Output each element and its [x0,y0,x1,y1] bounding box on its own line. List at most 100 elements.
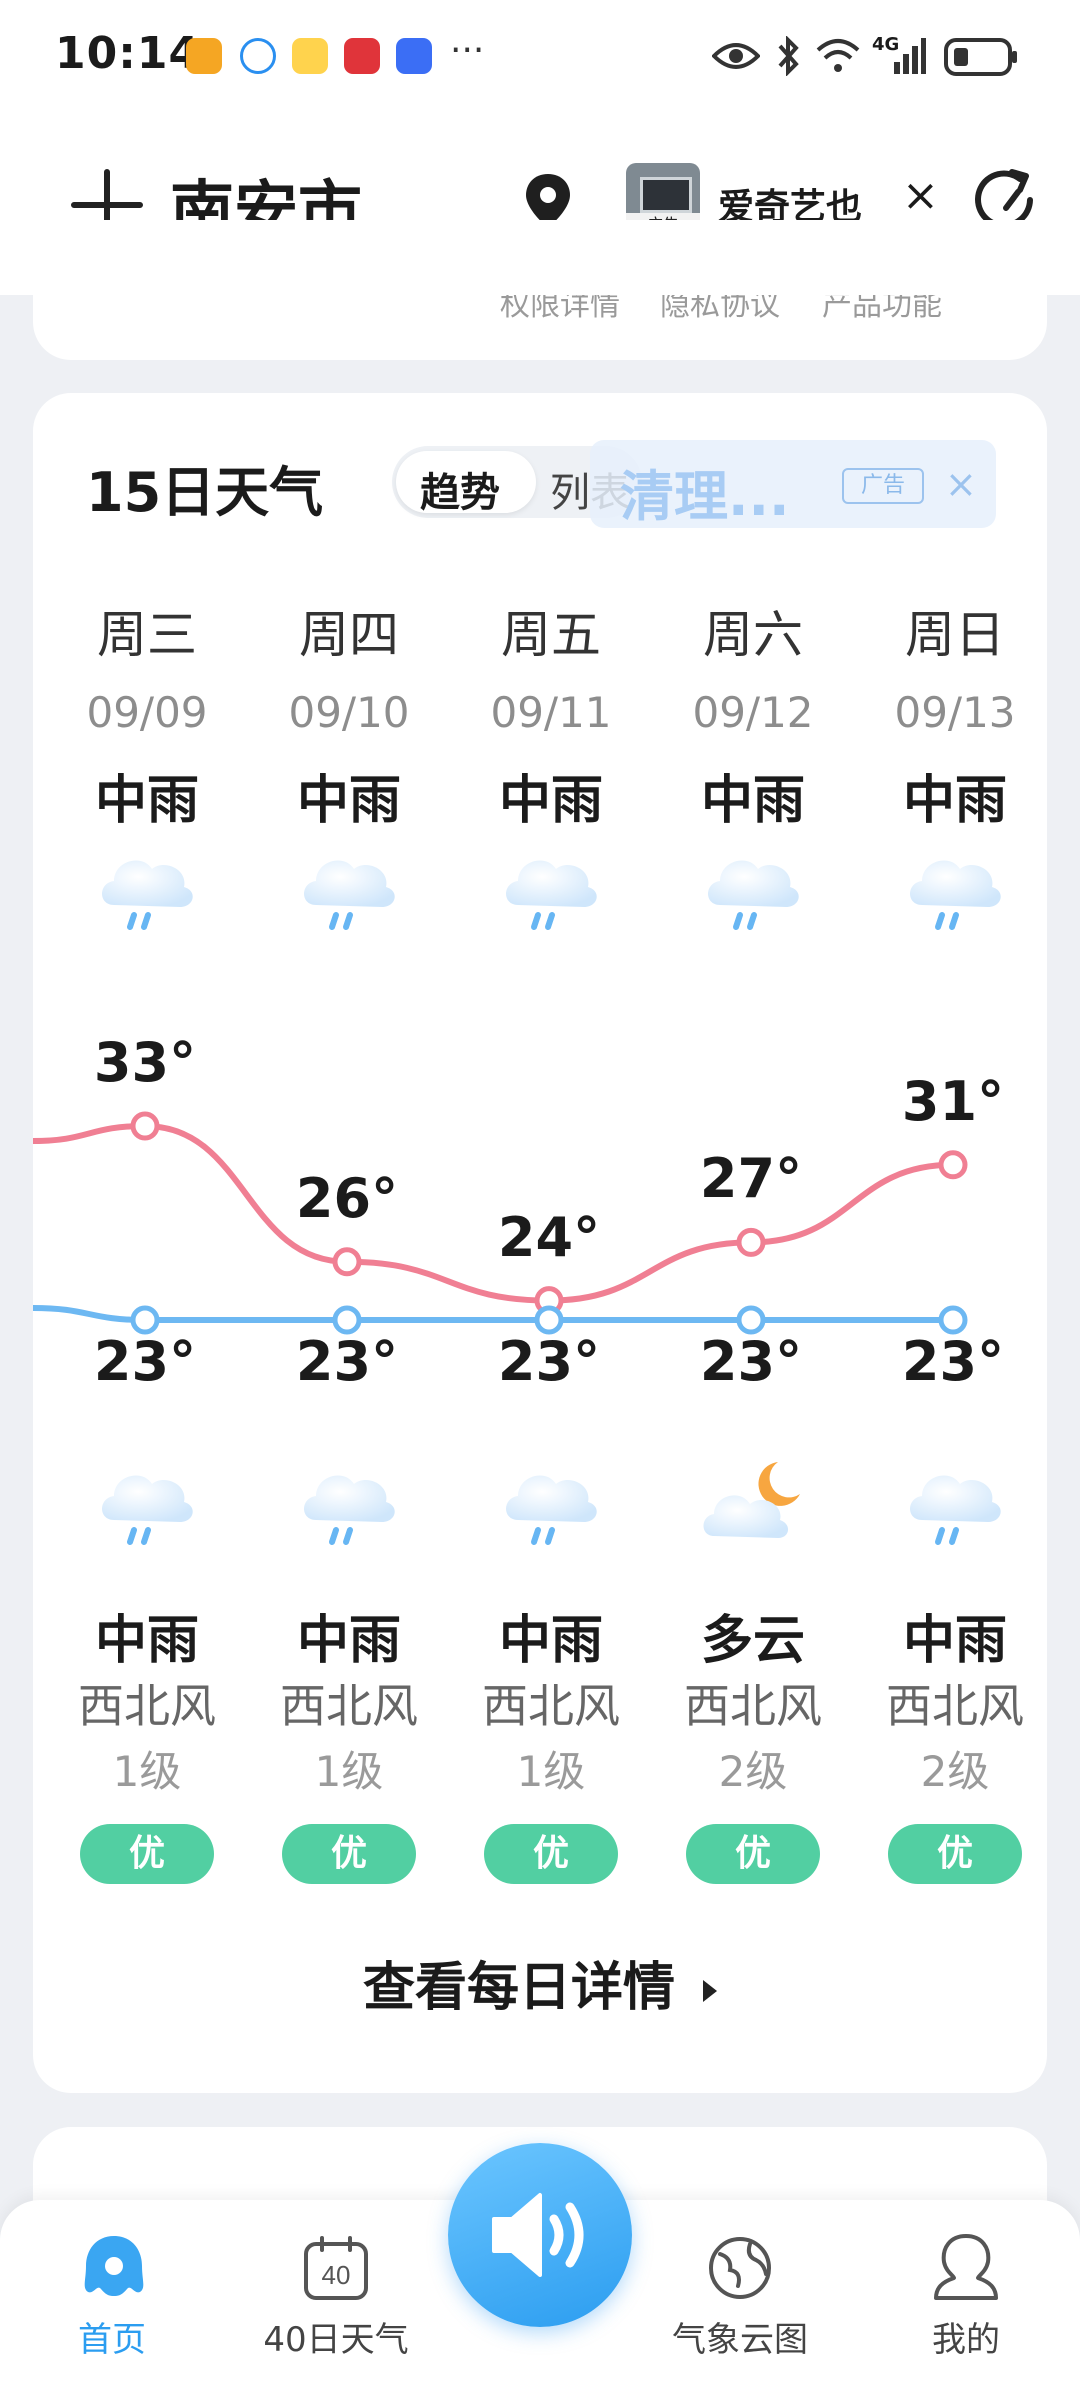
rain-cloud-icon [92,1450,202,1560]
globe-icon[interactable] [706,2234,774,2302]
ad-banner-close-button[interactable]: × [945,462,977,506]
wind-direction: 西北风 [280,1679,418,1733]
rain-cloud-icon [900,835,1010,945]
wifi-icon [816,39,860,72]
rain-cloud-icon [698,835,808,945]
night-condition: 中雨 [94,1611,199,1671]
low-temp-label: 23° [699,1330,803,1393]
high-temp-label: 26° [295,1166,399,1230]
day-name: 周日 [905,606,1005,664]
status-time: 10:14 [55,28,201,79]
battery-icon [944,38,1017,76]
ad-banner-text[interactable]: 清理... [620,452,790,531]
day-date: 09/10 [288,688,410,737]
voice-broadcast-button[interactable] [448,2143,632,2327]
forecast-title: 15日天气 [86,461,324,524]
low-temp-point [332,1305,362,1335]
svg-text:40: 40 [322,2260,351,2290]
day-condition: 中雨 [94,771,199,831]
high-temp-point [736,1227,766,1257]
low-temp-point [130,1305,160,1335]
high-temp-point [938,1150,968,1180]
low-temp-label: 23° [295,1330,399,1393]
bluetooth-icon [778,36,799,76]
eye-icon [712,43,760,69]
day-name: 周四 [299,606,399,664]
day-date: 09/09 [86,688,208,737]
rain-cloud-icon [294,1450,404,1560]
rain-cloud-icon [92,835,202,945]
high-temp-label: 33° [93,1031,197,1094]
low-temp-line [33,1305,953,1323]
night-condition: 中雨 [498,1611,603,1671]
aqi-badge: 优 [888,1824,1022,1884]
rain-cloud-icon [900,1450,1010,1560]
home-octopus-icon[interactable] [80,2232,148,2300]
voice-app-icon [396,38,432,74]
wind-level: 1级 [516,1747,586,1796]
wind-direction: 西北风 [684,1679,822,1733]
day-date: 09/11 [490,688,612,737]
rain-cloud-icon [496,1450,606,1560]
low-temp-label: 23° [497,1330,601,1393]
day-name: 周六 [703,606,803,664]
weibo-icon [292,38,328,74]
aqi-badge: 优 [282,1824,416,1884]
nav-mine-label[interactable]: 我的 [866,2312,1066,2361]
calendar-40-icon[interactable]: 40 [302,2234,370,2302]
aqi-badge: 优 [686,1824,820,1884]
aqi-badge: 优 [80,1824,214,1884]
book-app-icon [344,38,380,74]
day-condition: 中雨 [700,771,805,831]
night-condition: 多云 [700,1611,805,1671]
wind-direction: 西北风 [482,1679,620,1733]
wind-level: 1级 [112,1747,182,1796]
more-notifications-icon: ··· [450,30,485,71]
night-column: 中雨 西北风 1级 优 [47,1598,247,1898]
night-condition: 中雨 [902,1611,1007,1671]
low-temp-label: 23° [901,1330,1005,1393]
high-temp-label: 24° [497,1205,601,1269]
chevron-right-icon [703,1980,718,2002]
high-temp-point [332,1247,362,1277]
header-overlay [0,220,1080,295]
high-temp-label: 31° [901,1069,1005,1133]
low-temp-point [736,1305,766,1335]
compass-app-icon [240,38,276,74]
speaker-icon [492,2193,584,2277]
wind-level: 2级 [920,1747,990,1796]
day-name: 周五 [501,606,601,664]
low-temp-point [938,1305,968,1335]
day-date: 09/12 [692,688,814,737]
aqi-badge: 优 [484,1824,618,1884]
high-temp-point [130,1111,160,1141]
night-column: 中雨 西北风 2级 优 [855,1598,1055,1898]
night-column: 多云 西北风 2级 优 [653,1598,853,1898]
rain-cloud-icon [496,835,606,945]
day-condition: 中雨 [296,771,401,831]
wind-level: 2级 [718,1747,788,1796]
day-name: 周三 [97,606,197,664]
day-date: 09/13 [894,688,1016,737]
daily-details-link[interactable]: 查看每日详情 [0,1945,1080,2020]
nav-home-label[interactable]: 首页 [12,2312,212,2361]
day-condition: 中雨 [902,771,1007,831]
profile-icon[interactable] [932,2232,1000,2302]
ad-close-button[interactable]: × [902,170,939,221]
moon-cloud-icon [703,1462,800,1538]
wind-direction: 西北风 [78,1679,216,1733]
high-temp-label: 27° [699,1147,803,1211]
app-notification-icon [186,38,222,74]
rain-cloud-icon [294,835,404,945]
tab-trend[interactable]: 趋势 [420,460,500,518]
wind-direction: 西北风 [886,1679,1024,1733]
signal-icon [894,38,926,74]
ad-tag: 广告 [842,468,924,504]
night-column: 中雨 西北风 1级 优 [451,1598,651,1898]
nav-cloudmap-label[interactable]: 气象云图 [640,2312,840,2361]
nav-40day-label[interactable]: 40日天气 [236,2312,436,2361]
daily-details-label: 查看每日详情 [362,1958,675,2018]
night-column: 中雨 西北风 1级 优 [249,1598,449,1898]
low-temp-label: 23° [93,1330,197,1393]
wind-level: 1级 [314,1747,384,1796]
